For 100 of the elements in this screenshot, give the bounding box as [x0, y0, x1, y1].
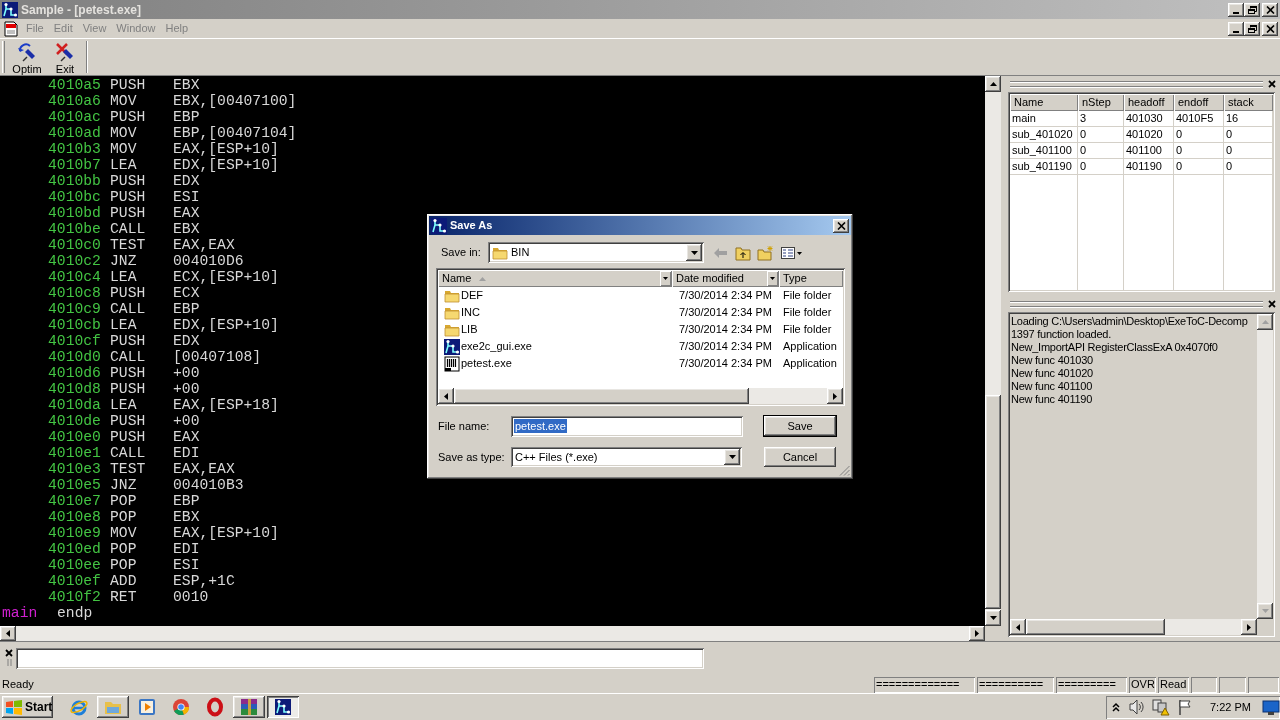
- scrollbar-thumb[interactable]: [985, 395, 1001, 609]
- status-text: Ready: [2, 679, 34, 690]
- table-cell: 401030: [1124, 111, 1174, 127]
- down-arrow-icon: [989, 616, 997, 620]
- x-mark-icon: [55, 42, 75, 62]
- file-date: 7/30/2014 2:34 PM: [679, 323, 772, 335]
- ring-icon[interactable]: [205, 697, 225, 717]
- dropdown-button[interactable]: [724, 449, 740, 465]
- curved-arrow-icon: [17, 42, 37, 62]
- column-header[interactable]: Name: [1010, 94, 1078, 111]
- four-squares-icon: [5, 699, 23, 715]
- start-button[interactable]: Start: [2, 696, 53, 718]
- horizontal-scrollbar[interactable]: [1010, 619, 1257, 635]
- scroll-down-button[interactable]: [1257, 603, 1273, 619]
- minimize-icon: [1233, 30, 1239, 33]
- scrollbar-thumb[interactable]: [454, 388, 749, 404]
- restore-button[interactable]: [1244, 2, 1260, 17]
- scroll-right-button[interactable]: [827, 388, 843, 404]
- horizontal-scrollbar[interactable]: [438, 388, 843, 404]
- window-title: Sample - [petest.exe]: [21, 3, 142, 16]
- column-dropdown-button[interactable]: [660, 271, 671, 286]
- file-item-name[interactable]: exe2c_gui.exe: [461, 341, 532, 352]
- monitor-icon[interactable]: [1262, 698, 1280, 716]
- document-icon[interactable]: [3, 20, 19, 37]
- save-in-dropdown[interactable]: BIN: [488, 242, 704, 263]
- segmented-circle-icon[interactable]: [171, 697, 191, 717]
- field-label: Save as type:: [438, 451, 506, 463]
- minimize-button[interactable]: [1228, 21, 1244, 36]
- up-folder-icon[interactable]: [735, 244, 751, 261]
- column-header[interactable]: Date modified: [672, 270, 779, 287]
- dialog-button[interactable]: Save: [763, 415, 837, 437]
- dropdown-button[interactable]: [686, 244, 702, 261]
- file-item-name[interactable]: DEF: [461, 290, 483, 301]
- code-line: 4010c2 JNZ 004010D6: [48, 253, 244, 269]
- file-name-value: petest.exe: [514, 419, 567, 433]
- speaker-icon[interactable]: [1128, 699, 1146, 715]
- grip-bar[interactable]: [1010, 81, 1263, 87]
- code-line: 4010ee POP ESI: [48, 557, 200, 573]
- view-menu-icon[interactable]: [781, 245, 803, 260]
- command-input[interactable]: [16, 648, 704, 669]
- column-dropdown-button[interactable]: [767, 271, 778, 286]
- close-button[interactable]: [1262, 21, 1278, 36]
- close-button[interactable]: [1262, 2, 1278, 17]
- file-item-name[interactable]: INC: [461, 307, 480, 318]
- column-header[interactable]: stack: [1224, 94, 1273, 111]
- scrollbar-thumb[interactable]: [1026, 619, 1165, 635]
- resize-grip-icon[interactable]: [839, 465, 850, 476]
- file-item-name[interactable]: LIB: [461, 324, 478, 335]
- status-pane: =============: [874, 676, 975, 693]
- dialog-button[interactable]: Cancel: [763, 446, 837, 468]
- close-icon[interactable]: [1268, 80, 1276, 88]
- code-line: 4010cb LEA EDX,[ESP+10]: [48, 317, 279, 333]
- file-type: Application: [783, 340, 837, 352]
- grip-bar[interactable]: [1010, 301, 1263, 307]
- close-button[interactable]: [833, 218, 849, 233]
- vertical-scrollbar[interactable]: [985, 76, 1001, 626]
- file-name-field[interactable]: petest.exe: [511, 415, 743, 437]
- file-item-name[interactable]: petest.exe: [461, 358, 512, 369]
- code-line: 4010e7 POP EBP: [48, 493, 200, 509]
- column-header[interactable]: headoff: [1124, 94, 1174, 111]
- code-line: 4010b3 MOV EAX,[ESP+10]: [48, 141, 279, 157]
- log-line: 1397 function loaded.: [1011, 328, 1111, 341]
- restore-button[interactable]: [1244, 21, 1260, 36]
- scroll-left-button[interactable]: [0, 626, 16, 641]
- scroll-left-button[interactable]: [1010, 619, 1026, 635]
- code-line: 4010da LEA EAX,[ESP+18]: [48, 397, 279, 413]
- books-icon: [239, 697, 259, 717]
- chevron-up-icon[interactable]: [1112, 702, 1120, 712]
- code-line: 4010e5 JNZ 004010B3: [48, 477, 244, 493]
- toolbar-button[interactable]: Exit: [46, 39, 84, 75]
- close-icon[interactable]: [5, 649, 13, 657]
- taskbar-button[interactable]: [97, 696, 129, 718]
- horizontal-scrollbar[interactable]: [0, 626, 985, 641]
- sort-arrow-icon: [479, 276, 487, 281]
- table-cell: 401190: [1124, 159, 1174, 175]
- column-header[interactable]: Name: [438, 270, 672, 287]
- column-header[interactable]: endoff: [1174, 94, 1224, 111]
- scroll-up-button[interactable]: [1257, 314, 1273, 330]
- code-line: 4010d8 PUSH +00: [48, 381, 200, 397]
- close-icon[interactable]: [1268, 300, 1276, 308]
- scroll-up-button[interactable]: [985, 76, 1001, 92]
- table-cell: sub_401020: [1010, 127, 1078, 143]
- flag-icon[interactable]: [1177, 699, 1193, 715]
- toolbar-button[interactable]: Optim: [8, 39, 46, 75]
- minimize-icon: [1233, 11, 1239, 14]
- scroll-right-button[interactable]: [969, 626, 985, 641]
- scroll-left-button[interactable]: [438, 388, 454, 404]
- vertical-scrollbar[interactable]: [1257, 314, 1273, 619]
- network-warning-icon[interactable]: [1152, 698, 1170, 716]
- taskbar-button[interactable]: [267, 696, 299, 718]
- up-arrow-icon: [989, 82, 997, 86]
- minimize-button[interactable]: [1228, 2, 1244, 17]
- scroll-right-button[interactable]: [1241, 619, 1257, 635]
- log-line: New func 401020: [1011, 367, 1093, 380]
- play-icon[interactable]: [137, 697, 157, 717]
- column-header[interactable]: nStep: [1078, 94, 1124, 111]
- column-header[interactable]: Type: [779, 270, 843, 287]
- file-type-dropdown[interactable]: C++ Files (*.exe): [511, 447, 742, 467]
- scroll-down-button[interactable]: [985, 610, 1001, 626]
- taskbar-button[interactable]: [233, 696, 265, 718]
